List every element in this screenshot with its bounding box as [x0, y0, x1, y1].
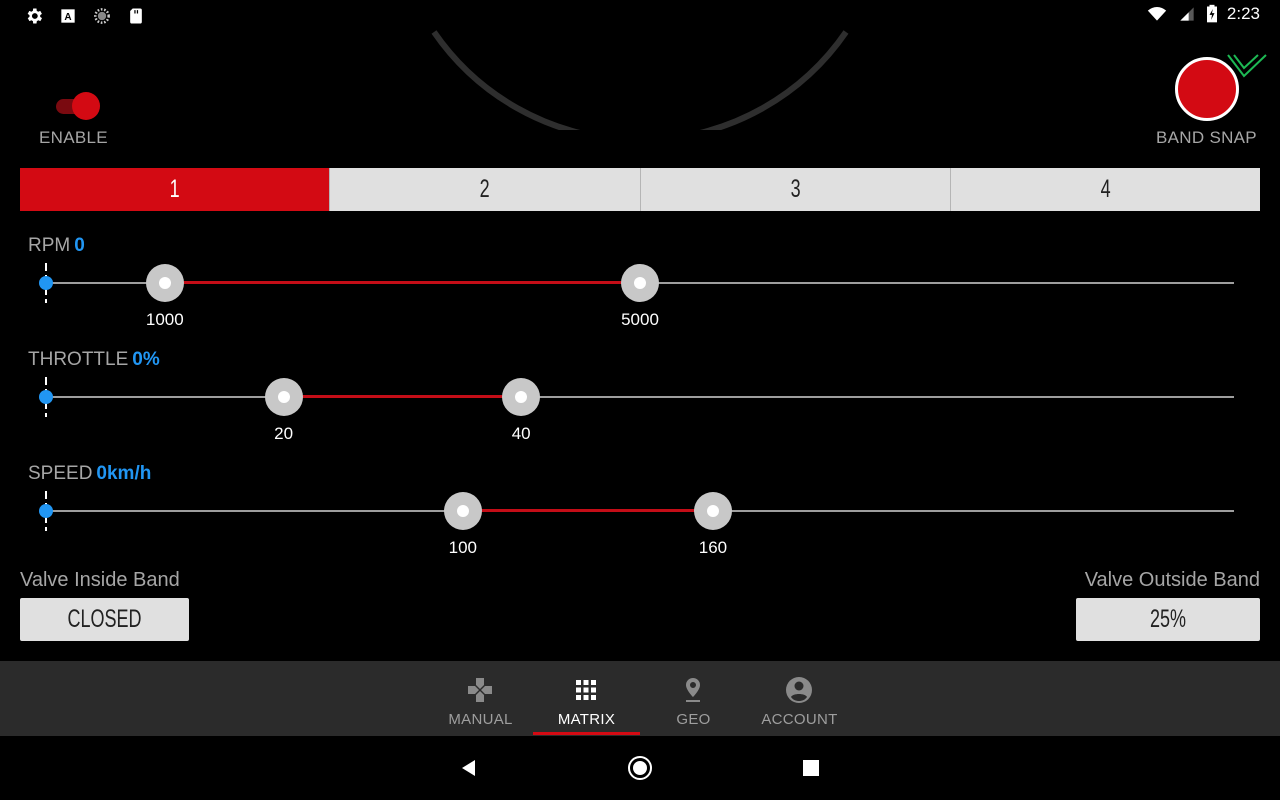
- tab-label: 3: [790, 175, 801, 203]
- back-icon[interactable]: [455, 754, 483, 782]
- valve-inside-label: Valve Inside Band: [20, 569, 180, 591]
- rpm-high-value: 5000: [621, 310, 659, 329]
- speed-range-slider[interactable]: 100 160: [36, 486, 1240, 557]
- sd-card-icon: [130, 8, 142, 24]
- signal-icon: [1180, 7, 1194, 21]
- speed-high-value: 160: [698, 538, 728, 557]
- gamepad-icon: [468, 678, 492, 702]
- tab-band-2[interactable]: 2: [329, 168, 640, 211]
- slider-selected-range: [462, 509, 713, 512]
- tab-band-4[interactable]: 4: [949, 168, 1260, 211]
- throttle-high-value: 40: [511, 424, 531, 443]
- band-tabs: 1 2 3 4: [20, 168, 1260, 211]
- rpm-high-handle[interactable]: [621, 264, 659, 302]
- speed-low-handle[interactable]: [443, 492, 482, 530]
- speed-low-value: 100: [448, 538, 478, 557]
- gauge-arc: [431, 30, 849, 130]
- nav-matrix[interactable]: MATRIX: [533, 661, 640, 736]
- current-value-dot: [39, 390, 53, 404]
- throttle-range-slider[interactable]: 20 40: [36, 372, 1240, 443]
- settings-icon: [27, 8, 42, 24]
- clock-time: 2:23: [1226, 4, 1260, 23]
- enable-toggle[interactable]: [56, 91, 102, 121]
- valve-outside-value: 25%: [1149, 605, 1187, 633]
- nav-label: MANUAL: [448, 711, 513, 728]
- nav-label: MATRIX: [557, 711, 616, 728]
- account-circle-icon: [786, 677, 812, 703]
- system-navigation-bar: [0, 736, 1280, 800]
- nav-geo[interactable]: GEO: [640, 661, 747, 736]
- slider-rail: [46, 396, 1234, 398]
- valve-inside-button[interactable]: CLOSED: [20, 598, 189, 641]
- current-value-dot: [39, 504, 53, 518]
- current-value-dot: [39, 276, 53, 290]
- speed-label: SPEED 0km/h: [28, 463, 151, 485]
- valve-outside-button[interactable]: 25%: [1076, 598, 1260, 641]
- svg-text:A: A: [64, 12, 71, 23]
- rpm-low-handle[interactable]: [145, 264, 184, 302]
- throttle-label: THROTTLE 0%: [28, 349, 160, 371]
- speed-high-handle[interactable]: [693, 492, 732, 530]
- wifi-icon: [1147, 7, 1167, 21]
- speed-current-value: 0km/h: [96, 463, 152, 484]
- location-pin-icon: [686, 678, 700, 702]
- nav-manual[interactable]: MANUAL: [427, 661, 534, 736]
- recents-icon[interactable]: [797, 754, 825, 782]
- battery-charging-icon: [1206, 4, 1217, 23]
- nav-account[interactable]: ACCOUNT: [746, 661, 853, 736]
- bottom-navigation: MANUAL MATRIX GEO ACCOUNT: [0, 661, 1280, 736]
- slider-selected-range: [283, 395, 522, 398]
- tab-label: 4: [1100, 175, 1111, 203]
- throttle-high-handle[interactable]: [502, 378, 541, 416]
- a-notification-icon: A: [61, 9, 75, 23]
- slider-selected-range: [164, 281, 640, 284]
- sync-circle-icon: [94, 8, 110, 24]
- home-icon[interactable]: [626, 754, 654, 782]
- rpm-label: RPM 0: [28, 235, 85, 257]
- grid-icon: [576, 680, 596, 700]
- speed-label-text: SPEED: [28, 463, 93, 484]
- valve-inside-value: CLOSED: [67, 605, 142, 633]
- rpm-label-text: RPM: [28, 235, 71, 256]
- tab-label: 1: [169, 175, 180, 203]
- check-mark-icon: [1227, 54, 1267, 78]
- rpm-current-value: 0: [74, 235, 85, 256]
- toggle-thumb: [72, 92, 100, 120]
- throttle-low-handle[interactable]: [264, 378, 303, 416]
- enable-label: ENABLE: [39, 128, 108, 147]
- rpm-range-slider[interactable]: 1000 5000: [36, 258, 1240, 329]
- throttle-low-value: 20: [274, 424, 294, 443]
- tab-band-3[interactable]: 3: [639, 168, 950, 211]
- tab-label: 2: [479, 175, 490, 203]
- band-snap-label: BAND SNAP: [1156, 128, 1257, 147]
- valve-outside-label: Valve Outside Band: [1084, 569, 1260, 591]
- nav-label: GEO: [676, 711, 711, 728]
- nav-label: ACCOUNT: [761, 711, 838, 728]
- tab-band-1[interactable]: 1: [20, 168, 330, 211]
- active-tab-indicator: [533, 732, 640, 735]
- rpm-low-value: 1000: [145, 310, 184, 329]
- throttle-label-text: THROTTLE: [28, 349, 129, 370]
- throttle-current-value: 0%: [132, 349, 160, 370]
